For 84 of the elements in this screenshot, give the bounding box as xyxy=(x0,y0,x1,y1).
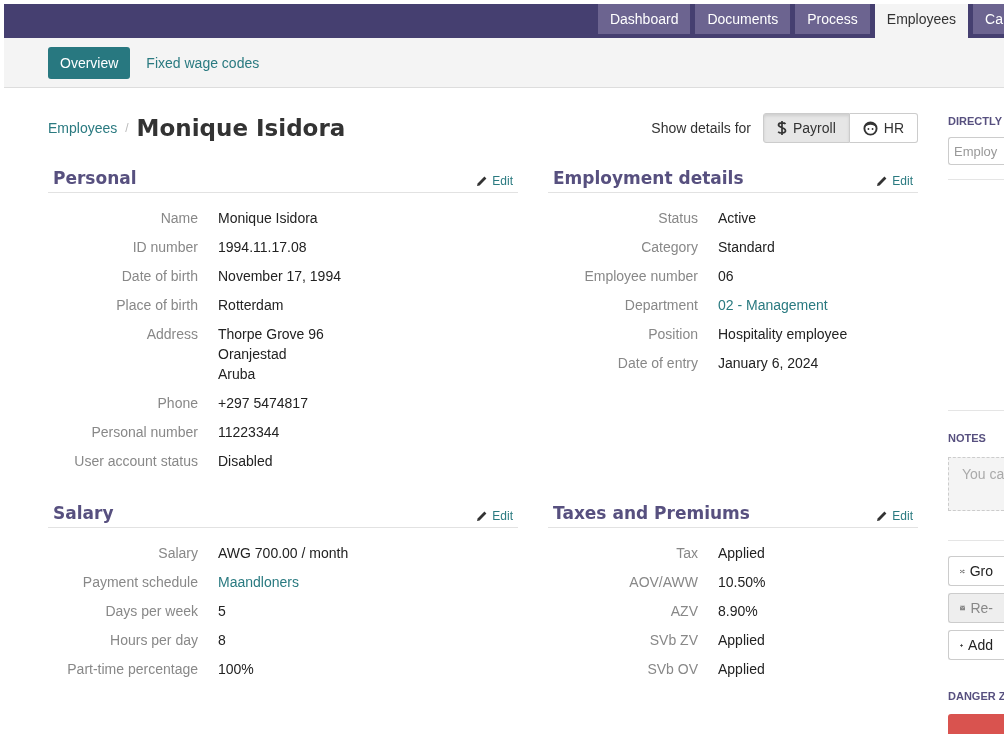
nav-tab[interactable]: Dashboard xyxy=(597,4,691,34)
field-value: Thorpe Grove 96 xyxy=(218,324,325,344)
edit-link[interactable]: Edit xyxy=(876,509,913,523)
envelope-icon xyxy=(960,603,966,613)
dollar-icon xyxy=(776,120,787,136)
field-value: Applied xyxy=(718,659,766,679)
field-label: Name xyxy=(159,208,198,228)
employee-search-field[interactable]: Employ xyxy=(948,137,1004,165)
page-title: Monique Isidora xyxy=(136,115,346,141)
field-value: Monique Isidora xyxy=(218,208,319,228)
section-title: Personal xyxy=(53,168,137,188)
field-value: 5 xyxy=(218,601,227,621)
field-value: November 17, 1994 xyxy=(218,266,342,286)
field-value: 8.90% xyxy=(718,601,759,621)
field-label: AOV/AWW xyxy=(628,572,698,592)
field-link[interactable]: 02 - Management xyxy=(718,294,918,315)
field-label: SVb OV xyxy=(646,659,698,679)
nav-tab[interactable]: Process xyxy=(795,4,870,34)
field-link[interactable]: Maandloners xyxy=(218,571,518,592)
field-value: AWG 700.00 / month xyxy=(218,543,350,563)
field-value: 11223344 xyxy=(218,422,281,442)
field-value: Disabled xyxy=(218,451,274,471)
field-value: 06 xyxy=(718,266,735,286)
field-label: Employee number xyxy=(583,266,698,286)
field-value: Applied xyxy=(718,543,766,563)
field-label: Part-time percentage xyxy=(66,659,198,679)
field-value: 10.50% xyxy=(718,572,767,592)
section-title: Employment details xyxy=(553,168,744,188)
breadcrumb-link[interactable]: Employees xyxy=(48,120,118,136)
field-label: Position xyxy=(647,324,698,344)
toggle-button[interactable]: Payroll xyxy=(762,113,850,143)
field-value: Applied xyxy=(718,630,766,650)
field-value: January 6, 2024 xyxy=(718,353,820,373)
field-value: 100% xyxy=(218,659,255,679)
subnav-tab[interactable]: Overview xyxy=(48,46,131,79)
field-label: Payment schedule xyxy=(81,572,198,592)
toggle-label: Show details for xyxy=(651,120,751,136)
toggle-button[interactable]: HR xyxy=(849,113,918,143)
nav-tab[interactable]: Employees xyxy=(874,4,969,38)
field-label: User account status xyxy=(73,451,198,471)
section-title: Taxes and Premiums xyxy=(553,503,750,523)
danger-button[interactable] xyxy=(948,714,1004,734)
nav-tab[interactable]: Ca xyxy=(973,4,1004,34)
field-label: SVb ZV xyxy=(648,630,698,650)
field-value: +297 5474817 xyxy=(218,393,309,413)
field-value: Active xyxy=(718,208,758,228)
face-icon xyxy=(862,120,878,136)
pencil-icon xyxy=(876,175,889,187)
field-label: Place of birth xyxy=(115,295,198,315)
field-label: ID number xyxy=(131,237,198,257)
field-label: Hours per day xyxy=(109,630,198,650)
nav-tab[interactable]: Documents xyxy=(695,4,791,34)
sidebar-heading: DIRECTLY xyxy=(948,115,1003,127)
edit-link[interactable]: Edit xyxy=(876,174,913,188)
field-label: AZV xyxy=(669,601,698,621)
field-label: Tax xyxy=(675,543,698,563)
field-label: Date of entry xyxy=(616,353,698,373)
field-value: Standard xyxy=(718,237,776,257)
action-button[interactable]: Gro xyxy=(948,556,1004,586)
field-value: 8 xyxy=(218,630,227,650)
field-value: 1994.11.17.08 xyxy=(218,237,308,257)
field-value: Oranjestad xyxy=(218,344,288,364)
action-button[interactable]: Add xyxy=(948,630,1004,660)
section-title: Salary xyxy=(53,503,114,523)
field-value: Aruba xyxy=(218,364,257,384)
field-label: Personal number xyxy=(90,422,198,442)
field-label: Phone xyxy=(156,393,198,413)
subnav-tab[interactable]: Fixed wage codes xyxy=(146,46,260,79)
pencil-icon xyxy=(876,510,889,522)
field-value: Rotterdam xyxy=(218,295,285,315)
field-label: Department xyxy=(623,295,698,315)
edit-link[interactable]: Edit xyxy=(476,174,513,188)
pencil-icon xyxy=(476,175,489,187)
pencil-icon xyxy=(476,510,489,522)
field-label: Days per week xyxy=(104,601,198,621)
sidebar-heading: NOTES xyxy=(948,432,987,444)
field-label: Category xyxy=(640,237,698,257)
edit-link[interactable]: Edit xyxy=(476,509,513,523)
field-label: Address xyxy=(145,324,198,344)
field-label: Date of birth xyxy=(120,266,198,286)
field-value: Hospitality employee xyxy=(718,324,849,344)
field-label: Status xyxy=(657,208,698,228)
field-label: Salary xyxy=(157,543,198,563)
breadcrumb-separator: / xyxy=(125,121,129,135)
